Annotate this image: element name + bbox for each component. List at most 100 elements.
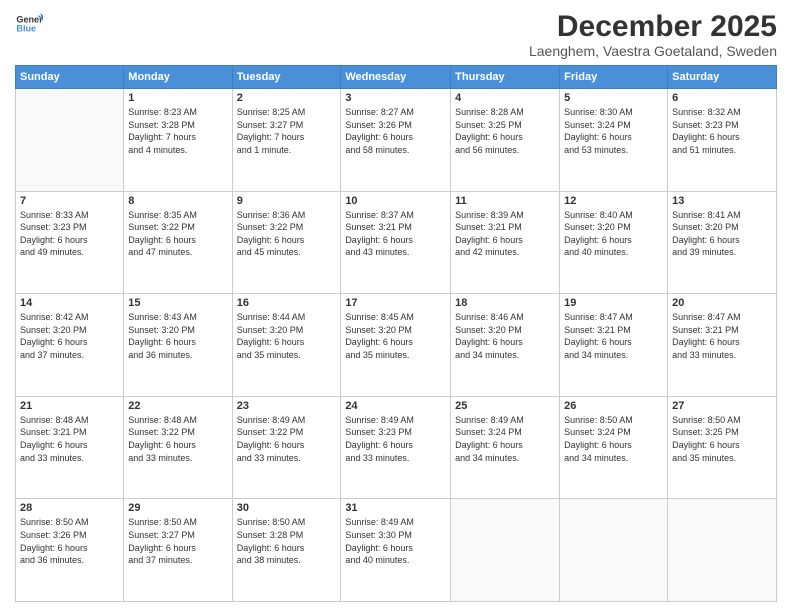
day-info: Sunrise: 8:23 AM Sunset: 3:28 PM Dayligh… [128,106,227,156]
day-info: Sunrise: 8:35 AM Sunset: 3:22 PM Dayligh… [128,209,227,259]
calendar-cell: 21Sunrise: 8:48 AM Sunset: 3:21 PM Dayli… [16,396,124,499]
day-number: 12 [564,195,663,207]
weekday-header-saturday: Saturday [668,66,777,89]
calendar-cell: 10 Sunrise: 8:37 AM Sunset: 3:21 PM Dayli… [341,191,451,294]
day-info: Sunrise: 8:25 AM Sunset: 3:27 PM Dayligh… [237,106,337,156]
weekday-header-wednesday: Wednesday [341,66,451,89]
calendar-cell: 11Sunrise: 8:39 AM Sunset: 3:21 PM Dayli… [451,191,560,294]
month-title: December 2025 [529,10,777,43]
calendar-cell: 22 Sunrise: 8:48 AM Sunset: 3:22 PM Dayli… [124,396,232,499]
day-info: Sunrise: 8:49 AM Sunset: 3:24 PM Dayligh… [455,414,555,464]
calendar-cell [560,499,668,602]
day-info: Sunrise: 8:42 AM Sunset: 3:20 PM Dayligh… [20,311,119,361]
day-number: 10 [345,195,446,207]
day-number: 2 [237,92,337,104]
day-info: Sunrise: 8:49 AM Sunset: 3:22 PM Dayligh… [237,414,337,464]
day-number: 6 [672,92,772,104]
calendar-cell: 16Sunrise: 8:44 AM Sunset: 3:20 PM Dayli… [232,294,341,397]
calendar-cell: 1Sunrise: 8:23 AM Sunset: 3:28 PM Daylig… [124,89,232,192]
calendar-cell [668,499,777,602]
day-number: 7 [20,195,119,207]
calendar-cell: 30 Sunrise: 8:50 AM Sunset: 3:28 PM Dayli… [232,499,341,602]
day-info: Sunrise: 8:43 AM Sunset: 3:20 PM Dayligh… [128,311,227,361]
day-number: 19 [564,297,663,309]
calendar-week-2: 7Sunrise: 8:33 AM Sunset: 3:23 PM Daylig… [16,191,777,294]
day-info: Sunrise: 8:32 AM Sunset: 3:23 PM Dayligh… [672,106,772,156]
calendar-body: 1Sunrise: 8:23 AM Sunset: 3:28 PM Daylig… [16,89,777,602]
day-info: Sunrise: 8:40 AM Sunset: 3:20 PM Dayligh… [564,209,663,259]
location-title: Laenghem, Vaestra Goetaland, Sweden [529,43,777,59]
calendar-cell: 28 Sunrise: 8:50 AM Sunset: 3:26 PM Dayli… [16,499,124,602]
calendar-cell: 14 Sunrise: 8:42 AM Sunset: 3:20 PM Dayli… [16,294,124,397]
day-info: Sunrise: 8:50 AM Sunset: 3:27 PM Dayligh… [128,516,227,566]
weekday-header-tuesday: Tuesday [232,66,341,89]
day-number: 5 [564,92,663,104]
day-info: Sunrise: 8:50 AM Sunset: 3:25 PM Dayligh… [672,414,772,464]
day-info: Sunrise: 8:45 AM Sunset: 3:20 PM Dayligh… [345,311,446,361]
calendar-cell: 23Sunrise: 8:49 AM Sunset: 3:22 PM Dayli… [232,396,341,499]
day-info: Sunrise: 8:48 AM Sunset: 3:22 PM Dayligh… [128,414,227,464]
day-number: 4 [455,92,555,104]
logo-icon: General Blue [15,10,43,38]
calendar-cell: 2 Sunrise: 8:25 AM Sunset: 3:27 PM Daylig… [232,89,341,192]
calendar-cell: 12 Sunrise: 8:40 AM Sunset: 3:20 PM Dayli… [560,191,668,294]
calendar-page: General Blue December 2025 Laenghem, Vae… [0,0,792,612]
day-number: 24 [345,400,446,412]
calendar-cell: 6 Sunrise: 8:32 AM Sunset: 3:23 PM Daylig… [668,89,777,192]
calendar-week-4: 21Sunrise: 8:48 AM Sunset: 3:21 PM Dayli… [16,396,777,499]
calendar-week-5: 28 Sunrise: 8:50 AM Sunset: 3:26 PM Dayli… [16,499,777,602]
day-info: Sunrise: 8:50 AM Sunset: 3:24 PM Dayligh… [564,414,663,464]
day-number: 14 [20,297,119,309]
day-number: 20 [672,297,772,309]
day-number: 8 [128,195,227,207]
calendar-week-3: 14 Sunrise: 8:42 AM Sunset: 3:20 PM Dayli… [16,294,777,397]
weekday-header-sunday: Sunday [16,66,124,89]
weekday-header-monday: Monday [124,66,232,89]
day-info: Sunrise: 8:27 AM Sunset: 3:26 PM Dayligh… [345,106,446,156]
day-info: Sunrise: 8:47 AM Sunset: 3:21 PM Dayligh… [672,311,772,361]
day-number: 21 [20,400,119,412]
calendar-cell: 25 Sunrise: 8:49 AM Sunset: 3:24 PM Dayli… [451,396,560,499]
calendar-cell: 9 Sunrise: 8:36 AM Sunset: 3:22 PM Daylig… [232,191,341,294]
day-info: Sunrise: 8:44 AM Sunset: 3:20 PM Dayligh… [237,311,337,361]
weekday-header-thursday: Thursday [451,66,560,89]
calendar-cell: 19 Sunrise: 8:47 AM Sunset: 3:21 PM Dayli… [560,294,668,397]
day-info: Sunrise: 8:49 AM Sunset: 3:23 PM Dayligh… [345,414,446,464]
day-info: Sunrise: 8:36 AM Sunset: 3:22 PM Dayligh… [237,209,337,259]
day-info: Sunrise: 8:49 AM Sunset: 3:30 PM Dayligh… [345,516,446,566]
calendar-cell: 31 Sunrise: 8:49 AM Sunset: 3:30 PM Dayli… [341,499,451,602]
day-number: 22 [128,400,227,412]
calendar-cell: 5Sunrise: 8:30 AM Sunset: 3:24 PM Daylig… [560,89,668,192]
day-info: Sunrise: 8:41 AM Sunset: 3:20 PM Dayligh… [672,209,772,259]
weekday-header-row: SundayMondayTuesdayWednesdayThursdayFrid… [16,66,777,89]
calendar-cell: 3 Sunrise: 8:27 AM Sunset: 3:26 PM Daylig… [341,89,451,192]
day-number: 31 [345,502,446,514]
day-info: Sunrise: 8:47 AM Sunset: 3:21 PM Dayligh… [564,311,663,361]
day-info: Sunrise: 8:50 AM Sunset: 3:26 PM Dayligh… [20,516,119,566]
day-number: 29 [128,502,227,514]
calendar-cell: 24 Sunrise: 8:49 AM Sunset: 3:23 PM Dayli… [341,396,451,499]
calendar-header: SundayMondayTuesdayWednesdayThursdayFrid… [16,66,777,89]
calendar-cell [451,499,560,602]
header: General Blue December 2025 Laenghem, Vae… [15,10,777,59]
day-number: 13 [672,195,772,207]
day-number: 3 [345,92,446,104]
calendar-cell: 26 Sunrise: 8:50 AM Sunset: 3:24 PM Dayli… [560,396,668,499]
calendar-cell: 29 Sunrise: 8:50 AM Sunset: 3:27 PM Dayli… [124,499,232,602]
svg-text:Blue: Blue [16,24,36,34]
day-number: 25 [455,400,555,412]
day-number: 27 [672,400,772,412]
day-number: 26 [564,400,663,412]
day-number: 9 [237,195,337,207]
day-number: 18 [455,297,555,309]
day-info: Sunrise: 8:50 AM Sunset: 3:28 PM Dayligh… [237,516,337,566]
day-number: 28 [20,502,119,514]
day-number: 30 [237,502,337,514]
day-info: Sunrise: 8:28 AM Sunset: 3:25 PM Dayligh… [455,106,555,156]
day-info: Sunrise: 8:37 AM Sunset: 3:21 PM Dayligh… [345,209,446,259]
day-number: 17 [345,297,446,309]
weekday-header-friday: Friday [560,66,668,89]
calendar-week-1: 1Sunrise: 8:23 AM Sunset: 3:28 PM Daylig… [16,89,777,192]
calendar-cell: 4 Sunrise: 8:28 AM Sunset: 3:25 PM Daylig… [451,89,560,192]
day-info: Sunrise: 8:46 AM Sunset: 3:20 PM Dayligh… [455,311,555,361]
